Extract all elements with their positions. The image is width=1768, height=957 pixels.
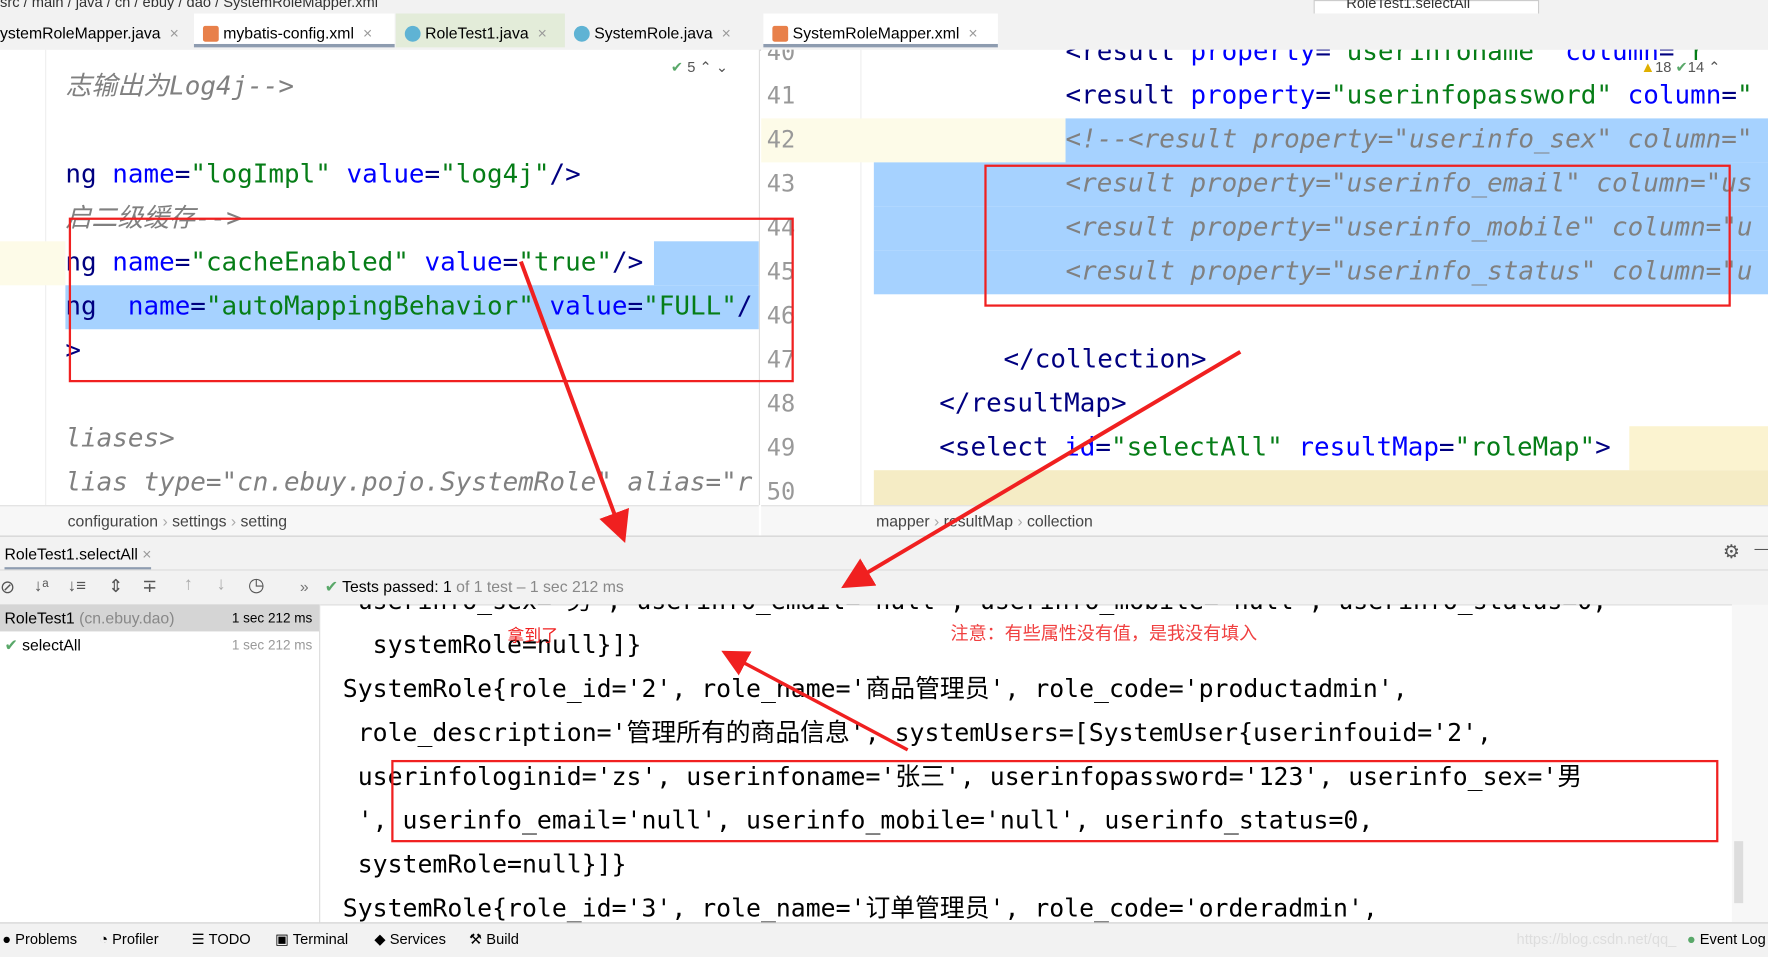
arrow-settings-to-output bbox=[519, 260, 629, 543]
annotation-arrows bbox=[519, 260, 1242, 752]
arrow-results-to-output bbox=[841, 350, 1242, 589]
arrow-to-systemrole bbox=[721, 650, 909, 752]
